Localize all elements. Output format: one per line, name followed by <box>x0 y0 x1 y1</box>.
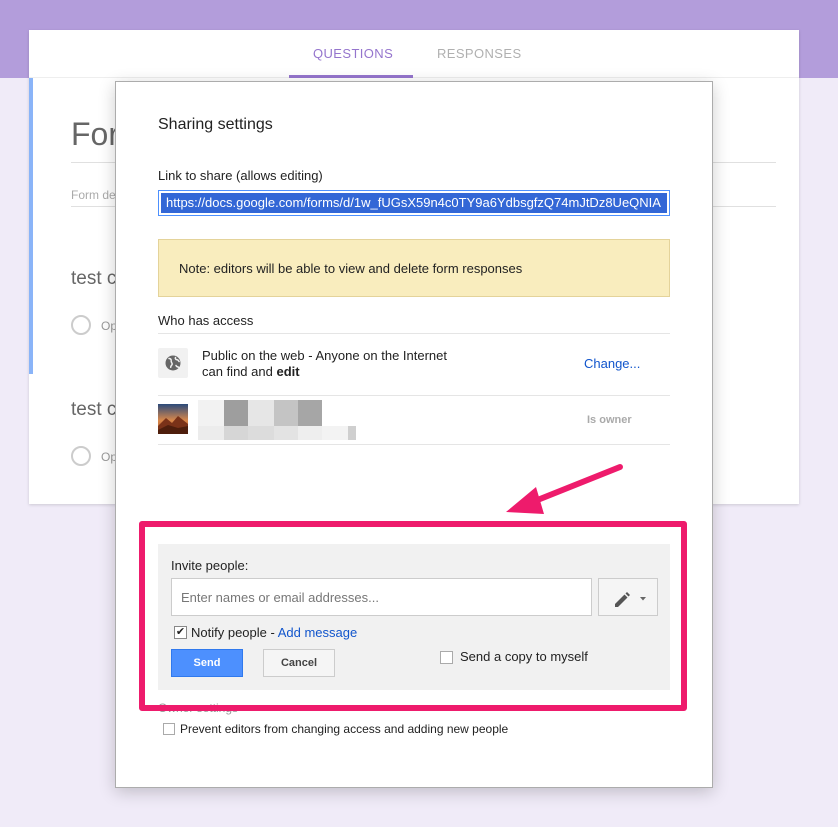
owner-role-label: Is owner <box>587 414 632 426</box>
annotation-highlight-box <box>139 521 687 711</box>
divider <box>158 395 670 396</box>
annotation-arrow-icon <box>506 464 623 514</box>
access-description: Public on the web - Anyone on the Intern… <box>202 348 448 363</box>
owner-name-redacted <box>198 400 358 440</box>
tab-questions[interactable]: QUESTIONS <box>313 46 393 61</box>
radio-option-icon[interactable] <box>71 446 91 466</box>
access-level: edit <box>276 364 300 379</box>
prevent-editors-checkbox[interactable] <box>163 723 175 735</box>
question-title[interactable]: test c <box>71 268 116 290</box>
tab-responses[interactable]: RESPONSES <box>437 46 522 61</box>
form-tabs: QUESTIONS RESPONSES <box>29 30 799 78</box>
active-tab-indicator <box>289 75 413 78</box>
change-access-link[interactable]: Change... <box>584 356 640 371</box>
form-title[interactable]: For <box>71 116 119 153</box>
divider <box>158 444 670 445</box>
divider <box>158 333 670 334</box>
avatar <box>158 404 188 434</box>
link-label: Link to share (allows editing) <box>158 168 323 183</box>
note-text: Note: editors will be able to view and d… <box>179 261 523 276</box>
prevent-editors-label: Prevent editors from changing access and… <box>180 722 509 736</box>
access-description-line2: can find and edit <box>202 364 300 379</box>
editor-note-banner: Note: editors will be able to view and d… <box>158 239 670 297</box>
access-prefix: can find and <box>202 364 273 379</box>
who-has-access-label: Who has access <box>158 313 254 328</box>
share-link-text: https://docs.google.com/forms/d/1w_fUGsX… <box>161 193 667 213</box>
form-description[interactable]: Form de <box>71 188 116 202</box>
section-accent-bar <box>29 78 33 374</box>
dialog-title: Sharing settings <box>158 116 273 133</box>
globe-icon <box>158 348 188 378</box>
radio-option-icon[interactable] <box>71 315 91 335</box>
share-link-field[interactable]: https://docs.google.com/forms/d/1w_fUGsX… <box>158 190 670 216</box>
question-title[interactable]: test c <box>71 399 116 421</box>
